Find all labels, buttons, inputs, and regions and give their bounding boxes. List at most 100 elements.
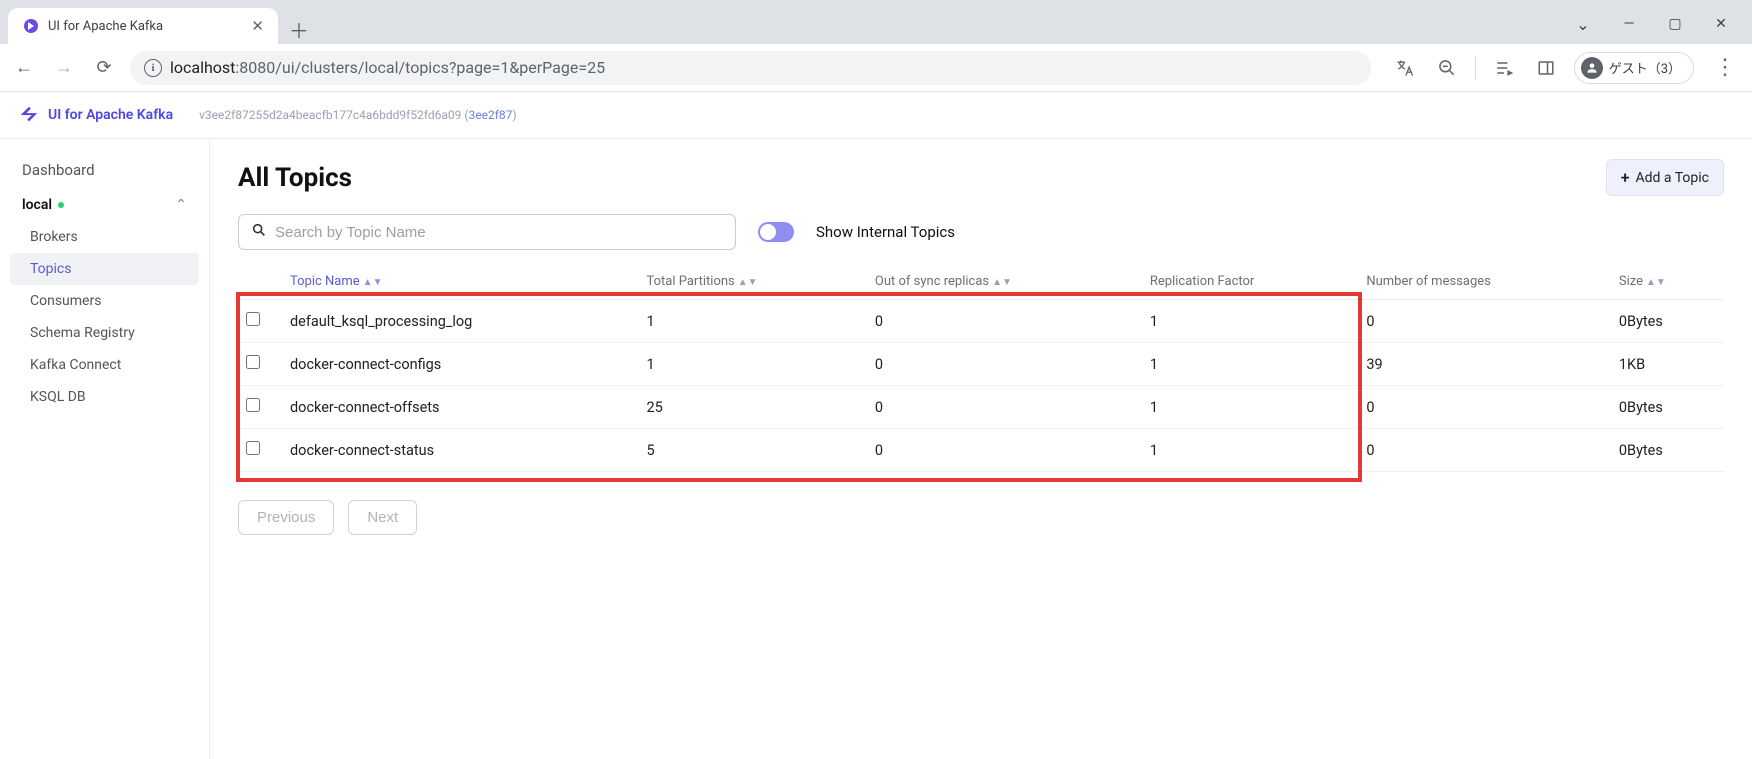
table-header-row: Topic Name▲▼ Total Partitions▲▼ Out of s…: [238, 264, 1724, 300]
header-size[interactable]: Size▲▼: [1611, 264, 1724, 300]
table-row[interactable]: docker-connect-configs101391KB: [238, 343, 1724, 386]
cell-size: 1KB: [1611, 343, 1724, 386]
sort-icon: ▲▼: [992, 277, 1012, 288]
cell-messages: 0: [1358, 429, 1611, 472]
sort-icon: ▲▼: [1646, 277, 1666, 288]
tab-title: UI for Apache Kafka: [48, 19, 243, 34]
minimize-button[interactable]: —: [1606, 4, 1652, 44]
zoom-icon[interactable]: [1433, 54, 1461, 82]
cell-out-of-sync: 0: [867, 300, 1142, 343]
cell-size: 0Bytes: [1611, 429, 1724, 472]
header-messages: Number of messages: [1358, 264, 1611, 300]
cell-replication: 1: [1142, 386, 1358, 429]
filter-row: Show Internal Topics: [238, 214, 1724, 250]
url-text: localhost:8080/ui/clusters/local/topics?…: [170, 58, 605, 77]
next-button[interactable]: Next: [348, 500, 417, 535]
previous-button[interactable]: Previous: [238, 500, 334, 535]
cell-partitions: 5: [638, 429, 866, 472]
browser-tab[interactable]: UI for Apache Kafka ✕: [8, 8, 278, 44]
url-box[interactable]: i localhost:8080/ui/clusters/local/topic…: [130, 51, 1371, 85]
cell-replication: 1: [1142, 343, 1358, 386]
cell-messages: 0: [1358, 386, 1611, 429]
cell-partitions: 25: [638, 386, 866, 429]
media-icon[interactable]: [1490, 54, 1518, 82]
cell-topic-name[interactable]: docker-connect-offsets: [282, 386, 638, 429]
version-long: v3ee2f87255d2a4beacfb177c4a6bdd9f52fd6a0…: [199, 108, 461, 122]
cell-messages: 0: [1358, 300, 1611, 343]
favicon: [22, 17, 40, 35]
status-dot-icon: [58, 202, 64, 208]
cell-topic-name[interactable]: default_ksql_processing_log: [282, 300, 638, 343]
cell-size: 0Bytes: [1611, 300, 1724, 343]
back-button[interactable]: ←: [10, 54, 38, 82]
topics-table: Topic Name▲▼ Total Partitions▲▼ Out of s…: [238, 264, 1724, 472]
header-out-of-sync[interactable]: Out of sync replicas▲▼: [867, 264, 1142, 300]
side-panel-icon[interactable]: [1532, 54, 1560, 82]
row-checkbox[interactable]: [246, 312, 260, 326]
table-row[interactable]: docker-connect-offsets250100Bytes: [238, 386, 1724, 429]
url-path: :8080/ui/clusters/local/topics?page=1&pe…: [235, 58, 605, 77]
tab-overflow-icon[interactable]: ⌄: [1560, 4, 1606, 44]
page-title: All Topics: [238, 163, 352, 193]
sort-icon: ▲▼: [363, 277, 383, 288]
app-version: v3ee2f87255d2a4beacfb177c4a6bdd9f52fd6a0…: [199, 108, 516, 122]
cluster-name: local: [22, 197, 52, 213]
row-checkbox[interactable]: [246, 355, 260, 369]
toggle-label: Show Internal Topics: [816, 223, 955, 241]
address-bar: ← → ⟳ i localhost:8080/ui/clusters/local…: [0, 44, 1752, 92]
cell-size: 0Bytes: [1611, 386, 1724, 429]
sidebar-item-consumers[interactable]: Consumers: [0, 285, 209, 317]
profile-button[interactable]: ゲスト（3）: [1574, 52, 1694, 84]
sidebar-cluster-toggle[interactable]: local ⌃: [0, 187, 209, 221]
site-info-icon[interactable]: i: [144, 59, 162, 77]
search-input[interactable]: [275, 224, 723, 241]
sidebar-item-brokers[interactable]: Brokers: [0, 221, 209, 253]
add-topic-button[interactable]: + Add a Topic: [1606, 159, 1724, 196]
browser-chrome: UI for Apache Kafka ✕ ＋ ⌄ — ▢ ✕ ← → ⟳ i …: [0, 0, 1752, 92]
app-logo[interactable]: UI for Apache Kafka: [18, 104, 173, 126]
plus-icon: +: [1621, 168, 1630, 187]
toolbar-right: ゲスト（3） ⋮: [1391, 52, 1742, 84]
table-row[interactable]: default_ksql_processing_log10100Bytes: [238, 300, 1724, 343]
header-checkbox-cell: [238, 264, 282, 300]
cell-replication: 1: [1142, 429, 1358, 472]
header-partitions[interactable]: Total Partitions▲▼: [638, 264, 866, 300]
header-replication: Replication Factor: [1142, 264, 1358, 300]
app-header: UI for Apache Kafka v3ee2f87255d2a4beacf…: [0, 92, 1752, 139]
row-checkbox[interactable]: [246, 398, 260, 412]
header-topic-name[interactable]: Topic Name▲▼: [282, 264, 638, 300]
maximize-button[interactable]: ▢: [1652, 4, 1698, 44]
search-box[interactable]: [238, 214, 736, 250]
app-name: UI for Apache Kafka: [48, 107, 173, 123]
row-checkbox-cell: [238, 343, 282, 386]
sidebar-item-ksql-db[interactable]: KSQL DB: [0, 381, 209, 413]
divider: [1475, 56, 1476, 80]
close-window-button[interactable]: ✕: [1698, 4, 1744, 44]
table-row[interactable]: docker-connect-status50100Bytes: [238, 429, 1724, 472]
translate-icon[interactable]: [1391, 54, 1419, 82]
cell-messages: 39: [1358, 343, 1611, 386]
reload-button[interactable]: ⟳: [90, 54, 118, 82]
search-icon: [251, 222, 267, 242]
close-icon[interactable]: ✕: [251, 17, 264, 35]
row-checkbox[interactable]: [246, 441, 260, 455]
cell-out-of-sync: 0: [867, 429, 1142, 472]
cell-replication: 1: [1142, 300, 1358, 343]
sidebar-item-schema-registry[interactable]: Schema Registry: [0, 317, 209, 349]
tab-strip: UI for Apache Kafka ✕ ＋ ⌄ — ▢ ✕: [0, 0, 1752, 44]
version-short[interactable]: 3ee2f87: [468, 108, 512, 122]
cell-topic-name[interactable]: docker-connect-configs: [282, 343, 638, 386]
show-internal-toggle[interactable]: [758, 222, 794, 242]
sidebar-item-kafka-connect[interactable]: Kafka Connect: [0, 349, 209, 381]
sidebar-item-topics[interactable]: Topics: [10, 253, 199, 285]
url-host: localhost: [170, 58, 235, 77]
cell-partitions: 1: [638, 300, 866, 343]
sidebar-items: BrokersTopicsConsumersSchema RegistryKaf…: [0, 221, 209, 413]
chevron-up-icon: ⌃: [175, 197, 187, 213]
cell-out-of-sync: 0: [867, 386, 1142, 429]
sidebar-dashboard[interactable]: Dashboard: [0, 153, 209, 187]
title-row: All Topics + Add a Topic: [238, 159, 1724, 196]
cell-topic-name[interactable]: docker-connect-status: [282, 429, 638, 472]
new-tab-button[interactable]: ＋: [284, 14, 314, 44]
menu-icon[interactable]: ⋮: [1708, 55, 1742, 80]
